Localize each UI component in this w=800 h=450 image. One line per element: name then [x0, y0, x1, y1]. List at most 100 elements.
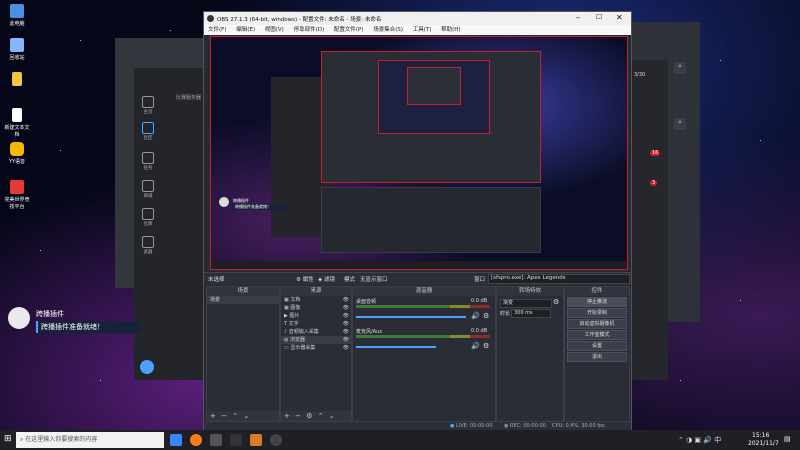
source-item[interactable]: T 文字 👁	[281, 320, 351, 328]
desktop-icon-recycle-bin[interactable]: 回收站	[4, 38, 30, 61]
source-item[interactable]: ▭ 显示器采集 👁	[281, 344, 351, 352]
source-item[interactable]: ◍ 浏览器 👁	[281, 336, 351, 344]
home-icon	[142, 96, 154, 108]
active-app-icon[interactable]	[250, 434, 262, 446]
bg-app-avatar[interactable]	[140, 360, 154, 374]
window-capture-select[interactable]: [sfspro.exe]: Apex Legends	[488, 274, 630, 284]
stop-streaming-button[interactable]: 停止推流	[567, 297, 627, 307]
scenes-dock-title: 场景	[207, 287, 279, 296]
tray-icons[interactable]: ⌃ ◑ ▣ 🔊 中	[678, 435, 721, 445]
studio-mode-button[interactable]: 工作室模式	[567, 330, 627, 340]
desktop-icon-file[interactable]	[4, 72, 30, 88]
search-icon[interactable]: ⌕	[674, 62, 686, 74]
gear-icon[interactable]: ⚙	[483, 342, 489, 350]
desktop-icon-perfect-world[interactable]: 完美世界竞技平台	[4, 180, 30, 210]
gear-icon[interactable]: ⚙	[306, 412, 312, 420]
scene-item[interactable]: 场景	[207, 296, 279, 304]
menu-view[interactable]: 视图(V)	[265, 27, 284, 33]
bg-side-item[interactable]: 任务	[138, 152, 158, 171]
transition-select[interactable]: 渐变	[500, 299, 552, 308]
duration-input[interactable]: 300 ms	[511, 309, 551, 318]
file-icon	[12, 72, 22, 86]
bg-side-item[interactable]: 商城	[138, 180, 158, 199]
stream-plugin-toast: 跨播插件 跨播插件准备就绪！	[8, 307, 141, 339]
window-select[interactable]: 无显示窗口	[360, 275, 388, 283]
edge-icon[interactable]	[170, 434, 182, 446]
menu-tools[interactable]: 工具(T)	[413, 27, 432, 33]
source-item[interactable]: ▣ 图像 👁	[281, 304, 351, 312]
menu-scene-collection[interactable]: 场景集合(S)	[373, 27, 403, 33]
scenes-dock: 场景 场景 + − ⌃ ⌄	[206, 286, 280, 422]
properties-button[interactable]: ⚙ 属性	[296, 275, 314, 283]
firefox-icon[interactable]	[190, 434, 202, 446]
remove-icon[interactable]: −	[221, 412, 227, 420]
gear-icon[interactable]: ⚙	[483, 312, 489, 320]
settings-app-icon[interactable]	[210, 434, 222, 446]
eye-icon[interactable]: 👁	[343, 336, 349, 344]
menu-help[interactable]: 帮助(H)	[441, 27, 460, 33]
add-icon[interactable]: +	[284, 412, 290, 420]
eye-icon[interactable]: 👁	[343, 328, 349, 336]
menu-profile[interactable]: 配置文件(P)	[334, 27, 364, 33]
volume-slider[interactable]	[356, 316, 466, 318]
close-button[interactable]: ✕	[616, 13, 623, 22]
eye-icon[interactable]: 👁	[343, 304, 349, 312]
source-item[interactable]: ♪ 音频输入采集 👁	[281, 328, 351, 336]
notification-icon[interactable]: ▤	[784, 435, 791, 443]
preview-canvas[interactable]: 跨播插件 跨播插件准备就绪！	[210, 36, 628, 270]
obs-taskbar-icon[interactable]	[270, 434, 282, 446]
taskbar-time: 15:16	[752, 432, 770, 439]
app-icon[interactable]	[230, 434, 242, 446]
minimize-button[interactable]: –	[576, 13, 580, 22]
maximize-button[interactable]: ☐	[596, 13, 602, 21]
move-up-icon[interactable]: ⌃	[318, 412, 324, 420]
preview-plugin-message: 跨播插件准备就绪！	[233, 204, 289, 210]
source-item[interactable]: ▶ 图片 👁	[281, 312, 351, 320]
exit-button[interactable]: 退出	[567, 352, 627, 362]
eye-icon[interactable]: 👁	[343, 312, 349, 320]
eye-icon[interactable]: 👁	[343, 344, 349, 352]
bg-side-item[interactable]: 武器	[138, 236, 158, 255]
source-type-icon: ♪	[284, 329, 288, 335]
taskbar-search-box[interactable]: ⌕ 在这里输入你要搜索的内容	[16, 432, 164, 448]
bg-side-item[interactable]: 社区	[138, 122, 158, 141]
background-app-tab: 比赛服务器	[176, 95, 202, 101]
move-down-icon[interactable]: ⌄	[329, 412, 335, 420]
source-type-icon: ▣	[284, 305, 289, 311]
controls-dock: 控件 停止推流 开始录制 启动虚拟摄像机 工作室模式 设置 退出	[564, 286, 630, 422]
eye-icon[interactable]: 👁	[343, 320, 349, 328]
menu-edit[interactable]: 编辑(E)	[236, 27, 255, 33]
move-down-icon[interactable]: ⌄	[243, 412, 249, 420]
menu-file[interactable]: 文件(F)	[208, 27, 226, 33]
plugin-message: 跨播插件准备就绪！	[36, 321, 141, 333]
move-up-icon[interactable]: ⌃	[232, 412, 238, 420]
add-icon[interactable]: +	[210, 412, 216, 420]
search-icon[interactable]: ⌕	[674, 118, 686, 130]
no-source-label: 未选择	[208, 277, 225, 283]
recycle-bin-icon	[10, 38, 24, 52]
settings-button[interactable]: 设置	[567, 341, 627, 351]
menu-docks[interactable]: 停靠部件(D)	[294, 27, 325, 33]
bg-badge: 16	[650, 150, 661, 156]
volume-slider[interactable]	[356, 346, 436, 348]
rec-icon: ●	[504, 423, 509, 429]
desktop-icon-yy[interactable]: YY语音	[4, 142, 30, 165]
filters-button[interactable]: ◈ 滤镜	[318, 275, 335, 283]
track-db: 0.0 dB	[471, 328, 488, 334]
remove-icon[interactable]: −	[295, 412, 301, 420]
eye-icon[interactable]: 👁	[343, 296, 349, 304]
desktop-icon-text-document[interactable]: 新建文本文档	[4, 108, 30, 138]
gear-icon[interactable]: ⚙	[553, 298, 559, 306]
taskbar-date: 2021/11/7	[748, 440, 779, 447]
start-virtual-camera-button[interactable]: 启动虚拟摄像机	[567, 319, 627, 329]
inventory-icon	[142, 208, 154, 220]
source-toolbar: 未选择 ⚙ 属性 ◈ 滤镜 模式 无显示窗口 窗口 [sfspro.exe]: …	[204, 272, 631, 285]
speaker-icon[interactable]: 🔊	[471, 312, 480, 320]
windows-start-icon[interactable]: ⊞	[4, 434, 12, 444]
bg-side-item[interactable]: 主页	[138, 96, 158, 115]
bg-side-item[interactable]: 仓库	[138, 208, 158, 227]
desktop-icon-this-pc[interactable]: 此电脑	[4, 4, 30, 27]
speaker-icon[interactable]: 🔊	[471, 342, 480, 350]
start-recording-button[interactable]: 开始录制	[567, 308, 627, 318]
source-item[interactable]: ▣ 文档 👁	[281, 296, 351, 304]
